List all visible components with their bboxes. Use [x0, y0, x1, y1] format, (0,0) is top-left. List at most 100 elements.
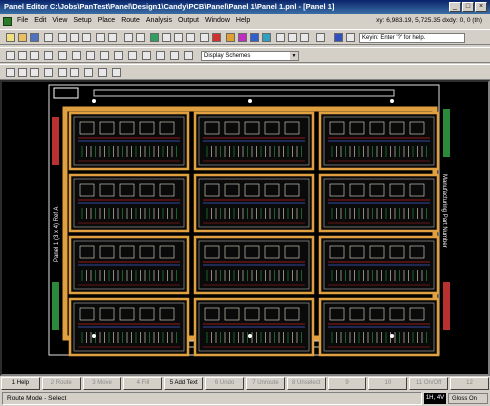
keyin-field[interactable]: Keyin: Enter '?' for help. [359, 33, 465, 43]
left-green-bar [52, 282, 59, 330]
new-icon[interactable] [6, 33, 15, 42]
fkey-5[interactable]: 5 Add Text [164, 377, 204, 390]
toolbar-row-2: Display Schemes ▼ [0, 47, 490, 63]
add-icon[interactable] [44, 68, 53, 77]
fiducial-2 [92, 334, 96, 338]
zoom-out-icon[interactable] [18, 51, 27, 60]
route-icon[interactable] [226, 33, 235, 42]
panel-icon[interactable] [86, 51, 95, 60]
right-green-bar [443, 109, 450, 157]
measure-icon[interactable] [288, 33, 297, 42]
menu-view[interactable]: View [49, 15, 70, 27]
zoom-in-icon[interactable] [6, 51, 15, 60]
delete-icon[interactable] [58, 68, 67, 77]
fkey-4[interactable]: 4 Fill [123, 377, 163, 390]
fkey-11[interactable]: 11 On/Off [409, 377, 449, 390]
keyin-icon[interactable] [334, 33, 343, 42]
panel-drawing: Panel 1 (3 x 4) Ref A Manufacturing Part … [48, 84, 450, 357]
close-view-icon[interactable] [6, 68, 15, 77]
fkey-9[interactable]: 9 [327, 377, 367, 390]
print-icon[interactable] [44, 33, 53, 42]
toolbar-row-1: Keyin: Enter '?' for help. [0, 29, 490, 45]
help-icon[interactable] [346, 33, 355, 42]
outline-icon[interactable] [262, 33, 271, 42]
fkey-8[interactable]: 8 Unselect [286, 377, 326, 390]
lock-icon[interactable] [112, 68, 121, 77]
maximize-button[interactable]: □ [462, 2, 474, 12]
fill-icon[interactable] [250, 33, 259, 42]
rotate-icon[interactable] [142, 51, 151, 60]
menu-file[interactable]: File [14, 15, 31, 27]
fkey-12[interactable]: 12 [450, 377, 489, 390]
select-icon[interactable] [124, 33, 133, 42]
cut-icon[interactable] [58, 33, 67, 42]
gloss-status: Gloss On [448, 393, 488, 404]
window-controls: _ □ × [449, 2, 487, 12]
properties-icon[interactable] [276, 33, 285, 42]
menu-setup[interactable]: Setup [70, 15, 94, 27]
copy-icon[interactable] [70, 33, 79, 42]
menu-analysis[interactable]: Analysis [143, 15, 175, 27]
fkey-2[interactable]: 2 Route [41, 377, 81, 390]
pan-icon[interactable] [44, 51, 53, 60]
fkey-1[interactable]: 1 Help [1, 377, 40, 390]
left-red-bar [52, 117, 59, 165]
fiducial-3 [390, 334, 394, 338]
toolbar-row-3 [0, 64, 490, 80]
layer-indicator: 1H, 4V [424, 393, 446, 404]
fkey-6[interactable]: 6 Undo [205, 377, 244, 390]
via-icon[interactable] [186, 33, 195, 42]
undo-icon[interactable] [96, 33, 105, 42]
grid-icon[interactable] [162, 33, 171, 42]
swap-icon[interactable] [98, 68, 107, 77]
fkey-10[interactable]: 10 [368, 377, 408, 390]
status-bar: Route Mode - Select 1H, 4V Gloss On [0, 391, 490, 406]
right-panel-label: Manufacturing Part Number [441, 174, 447, 248]
pointer-icon[interactable] [136, 33, 145, 42]
dimension-icon[interactable] [184, 51, 193, 60]
status-message: Route Mode - Select [2, 392, 422, 405]
left-panel-label: Panel 1 (3 x 4) Ref A [54, 207, 60, 262]
open-icon[interactable] [18, 33, 27, 42]
text-icon[interactable] [300, 33, 309, 42]
close-button[interactable]: × [475, 2, 487, 12]
snap-icon[interactable] [18, 68, 27, 77]
copy-tool-icon[interactable] [84, 68, 93, 77]
menu-edit[interactable]: Edit [31, 15, 49, 27]
redo-icon[interactable] [108, 33, 117, 42]
chevron-down-icon[interactable]: ▼ [290, 52, 298, 60]
minimize-button[interactable]: _ [449, 2, 461, 12]
display-scheme-select[interactable]: Display Schemes ▼ [201, 51, 299, 61]
board-icon[interactable] [72, 51, 81, 60]
fiducial-icon[interactable] [100, 51, 109, 60]
display-scheme-value: Display Schemes [204, 53, 251, 59]
drc-icon[interactable] [212, 33, 221, 42]
menu-place[interactable]: Place [95, 15, 119, 27]
array-icon[interactable] [128, 51, 137, 60]
paste-icon[interactable] [82, 33, 91, 42]
component-icon[interactable] [174, 33, 183, 42]
menu-help[interactable]: Help [233, 15, 253, 27]
menu-window[interactable]: Window [202, 15, 233, 27]
save-icon[interactable] [30, 33, 39, 42]
menu-route[interactable]: Route [118, 15, 143, 27]
fkey-3[interactable]: 3 Move [82, 377, 122, 390]
zoom-icon[interactable] [200, 33, 209, 42]
app-icon[interactable] [3, 16, 12, 26]
right-red-bar [443, 282, 450, 330]
move-icon[interactable] [70, 68, 79, 77]
view-all-icon[interactable] [58, 51, 67, 60]
plane-icon[interactable] [238, 33, 247, 42]
cursor-icon[interactable] [316, 33, 325, 42]
align-icon[interactable] [170, 51, 179, 60]
layer-icon[interactable] [150, 33, 159, 42]
mirror-icon[interactable] [156, 51, 165, 60]
fiducial-4 [248, 99, 252, 103]
fit-icon[interactable] [30, 51, 39, 60]
fkey-7[interactable]: 7 Unroute [245, 377, 285, 390]
tooling-icon[interactable] [114, 51, 123, 60]
measure-tool-icon[interactable] [30, 68, 39, 77]
fiducial-1 [390, 99, 394, 103]
menu-output[interactable]: Output [175, 15, 202, 27]
design-canvas[interactable]: Panel 1 (3 x 4) Ref A Manufacturing Part … [0, 80, 490, 376]
